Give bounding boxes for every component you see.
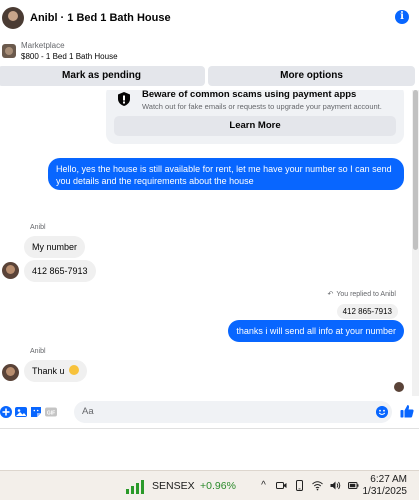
sender-name: Anibl [30,224,46,231]
avatar[interactable] [2,364,19,381]
phone-icon[interactable] [294,480,305,491]
conversation-title[interactable]: Anibl · 1 Bed 1 Bath House [30,12,171,24]
info-icon[interactable]: i [395,10,409,24]
quoted-message[interactable]: 412 865-7913 [336,304,398,319]
warning-body: Watch out for fake emails or requests to… [142,102,382,111]
message-input[interactable] [74,401,392,423]
scrollbar-thumb[interactable] [413,90,418,250]
like-icon[interactable] [400,404,414,418]
more-options-button[interactable]: More options [208,66,415,86]
message-outgoing[interactable]: Hello, yes the house is still available … [48,158,404,190]
warning-title: Beware of common scams using payment app… [142,90,357,100]
chevron-up-icon[interactable]: ^ [258,480,269,491]
sender-name: Anibl [30,348,46,355]
gif-icon[interactable]: GIF [45,406,57,418]
message-incoming[interactable]: My number [24,236,86,258]
sensex-label[interactable]: SENSEX [152,480,195,492]
message-incoming[interactable]: Thank u [24,360,88,382]
clock-date: 1/31/2025 [362,486,408,497]
conversation-header: Anibl · 1 Bed 1 Bath House i [0,0,419,36]
message-thread[interactable]: Beware of common scams using payment app… [0,90,412,396]
wifi-icon[interactable] [312,480,323,491]
sensex-chart-icon[interactable] [126,480,144,494]
svg-text:GIF: GIF [47,410,55,416]
scam-warning-card: Beware of common scams using payment app… [106,90,404,144]
message-text: Thank u [32,366,65,376]
reply-indicator-text: You replied to Anibl [336,291,396,298]
message-incoming[interactable]: 412 865-7913 [24,260,96,282]
listing-title: $800 - 1 Bed 1 Bath House [21,52,118,61]
video-icon[interactable] [276,480,287,491]
clock[interactable]: 6:27 AM 1/31/2025 [363,474,408,498]
message-outgoing[interactable]: thanks i will send all info at your numb… [228,320,404,342]
composer: GIF [0,398,419,426]
sensex-change[interactable]: +0.96% [200,480,236,492]
system-tray: ^ [258,480,359,491]
listing-thumbnail [2,44,16,58]
battery-icon[interactable] [348,480,359,491]
marketplace-label: Marketplace [21,41,65,50]
smile-emoji-icon [69,365,80,375]
listing-text: Marketplace $800 - 1 Bed 1 Bath House [21,40,118,62]
image-icon[interactable] [15,406,27,418]
listing-actions: Mark as pending More options [0,66,419,86]
volume-icon[interactable] [330,480,341,491]
taskbar: SENSEX +0.96% ^ 6:27 AM 1/31/2025 [0,470,419,500]
plus-icon[interactable] [0,406,12,418]
avatar[interactable] [2,7,24,29]
learn-more-button[interactable]: Learn More [114,116,396,136]
mark-as-pending-button[interactable]: Mark as pending [0,66,205,86]
reply-indicator: ↶ You replied to Anibl [327,290,396,298]
avatar[interactable] [2,262,19,279]
emoji-icon[interactable] [376,406,388,418]
marketplace-listing[interactable]: Marketplace $800 - 1 Bed 1 Bath House [0,38,419,64]
scrollbar[interactable] [412,90,419,396]
shield-icon [118,92,130,106]
seen-avatar [394,382,404,392]
clock-time: 6:27 AM [370,474,407,485]
sticker-icon[interactable] [30,406,42,418]
divider [0,428,419,429]
reply-arrow-icon: ↶ [327,291,334,298]
